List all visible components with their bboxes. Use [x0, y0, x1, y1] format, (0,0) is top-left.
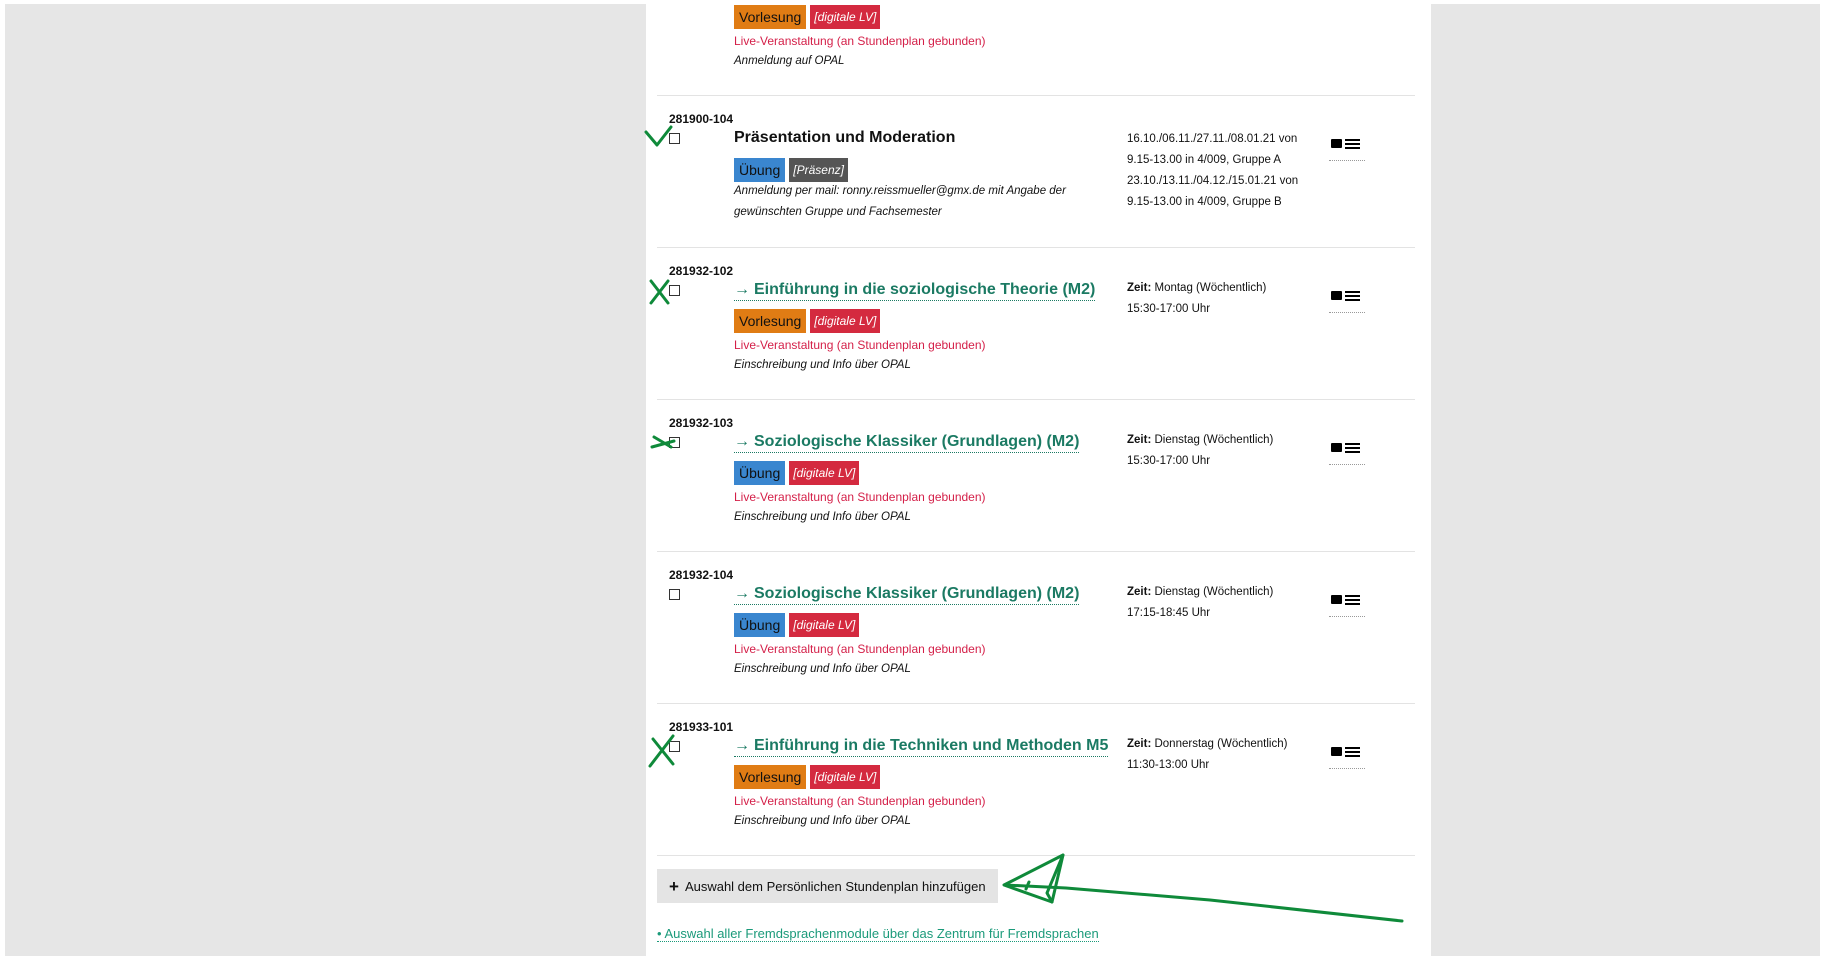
- course-badges: Vorlesung [digitale LV]: [734, 765, 881, 789]
- live-note: Live-Veranstaltung (an Stundenplan gebun…: [734, 794, 986, 808]
- course-title-link[interactable]: → Einführung in die Techniken und Methode…: [734, 737, 1109, 757]
- course-time: 16.10./06.11./27.11./08.01.21 von 9.15-1…: [1127, 133, 1299, 208]
- type-badge: Übung: [734, 158, 786, 182]
- course-select-checkbox[interactable]: [669, 285, 680, 296]
- add-button-label: Auswahl dem Persönlichen Stundenplan hin…: [684, 878, 986, 894]
- schedule-menu-icon[interactable]: [1329, 592, 1365, 617]
- arrow-right-icon: →: [734, 585, 750, 602]
- course-row: 281933-101 → Einführung in die Techniken …: [657, 703, 1415, 856]
- format-badge: [digitale LV]: [810, 5, 881, 29]
- type-badge: Übung: [734, 613, 786, 637]
- plus-icon: +: [669, 876, 679, 896]
- course-note: Einschreibung und Info über OPAL: [734, 663, 911, 675]
- course-title-link[interactable]: → Soziologische Klassiker (Grundlagen) (M…: [734, 433, 1080, 453]
- course-row: 281932-103 → Soziologische Klassiker (Gru…: [657, 399, 1415, 552]
- time-label: Zeit:: [1127, 586, 1152, 598]
- time-day: Dienstag (Wöchentlich): [1154, 586, 1274, 598]
- time-day: Dienstag (Wöchentlich): [1154, 434, 1274, 446]
- foreign-language-modules-link[interactable]: • Auswahl aller Fremdsprachenmodule über…: [657, 926, 1099, 942]
- course-note: Einschreibung und Info über OPAL: [734, 815, 911, 827]
- live-note: Live-Veranstaltung (an Stundenplan gebun…: [734, 338, 986, 352]
- arrow-right-icon: →: [734, 737, 750, 754]
- time-day: Donnerstag (Wöchentlich): [1154, 738, 1288, 750]
- course-select-checkbox[interactable]: [669, 589, 680, 600]
- format-badge: [Präsenz]: [789, 158, 848, 182]
- format-badge: [digitale LV]: [810, 309, 881, 333]
- format-badge: [digitale LV]: [810, 765, 881, 789]
- live-note: Live-Veranstaltung (an Stundenplan gebun…: [734, 34, 986, 48]
- course-note: Anmeldung auf OPAL: [734, 55, 845, 67]
- schedule-menu-icon[interactable]: [1329, 744, 1365, 769]
- course-time: Zeit: Donnerstag (Wöchentlich) 11:30-13:…: [1127, 734, 1305, 776]
- course-select-checkbox[interactable]: [669, 133, 680, 144]
- course-title: Präsentation und Moderation: [734, 129, 956, 146]
- course-row-previous: Vorlesung [digitale LV] Live-Veranstaltu…: [657, 0, 1415, 96]
- course-title: Soziologische Klassiker (Grundlagen) (M2…: [754, 433, 1080, 450]
- course-id: 281900-104: [669, 112, 734, 126]
- add-to-schedule-button[interactable]: + Auswahl dem Persönlichen Stundenplan h…: [657, 869, 998, 903]
- course-title: Soziologische Klassiker (Grundlagen) (M2…: [754, 585, 1080, 602]
- course-badges: Übung [digitale LV]: [734, 461, 860, 485]
- format-badge: [digitale LV]: [789, 613, 860, 637]
- course-id: 281932-102: [669, 264, 734, 278]
- course-title-link[interactable]: → Soziologische Klassiker (Grundlagen) (M…: [734, 585, 1080, 605]
- course-note: Anmeldung per mail: ronny.reissmueller@g…: [734, 185, 1066, 218]
- course-row: 281932-102 → Einführung in die soziologis…: [657, 247, 1415, 400]
- time-label: Zeit:: [1127, 434, 1152, 446]
- time-hours: 11:30-13:00 Uhr: [1127, 759, 1210, 771]
- schedule-menu-icon[interactable]: [1329, 288, 1365, 313]
- course-select-checkbox[interactable]: [669, 741, 680, 752]
- course-time: Zeit: Dienstag (Wöchentlich) 17:15-18:45…: [1127, 582, 1305, 624]
- live-note: Live-Veranstaltung (an Stundenplan gebun…: [734, 642, 986, 656]
- live-note: Live-Veranstaltung (an Stundenplan gebun…: [734, 490, 986, 504]
- course-title: Einführung in die Techniken und Methoden…: [754, 737, 1109, 754]
- time-label: Zeit:: [1127, 282, 1152, 294]
- course-badges: Übung [Präsenz]: [734, 158, 848, 182]
- page-margin-left: [5, 4, 646, 956]
- time-hours: 15:30-17:00 Uhr: [1127, 455, 1211, 467]
- course-id: 281933-101: [669, 720, 734, 734]
- time-day: Montag (Wöchentlich): [1154, 282, 1267, 294]
- type-badge: Vorlesung: [734, 765, 807, 789]
- arrow-right-icon: →: [734, 433, 750, 450]
- course-list-panel: Vorlesung [digitale LV] Live-Veranstaltu…: [646, 0, 1431, 960]
- course-time: Zeit: Montag (Wöchentlich) 15:30-17:00 U…: [1127, 278, 1305, 320]
- course-row: 281900-104 Präsentation und Moderation Ü…: [657, 95, 1415, 248]
- course-row: 281932-104 → Soziologische Klassiker (Gru…: [657, 551, 1415, 704]
- course-select-checkbox[interactable]: [669, 437, 680, 448]
- arrow-right-icon: →: [734, 281, 750, 298]
- type-badge: Übung: [734, 461, 786, 485]
- schedule-menu-icon[interactable]: [1329, 440, 1365, 465]
- type-badge: Vorlesung: [734, 309, 807, 333]
- page-margin-right: [1431, 4, 1820, 956]
- course-badges: Vorlesung [digitale LV]: [734, 5, 881, 29]
- course-badges: Vorlesung [digitale LV]: [734, 309, 881, 333]
- course-title-link[interactable]: → Einführung in die soziologische Theorie…: [734, 281, 1096, 301]
- course-note: Einschreibung und Info über OPAL: [734, 359, 911, 371]
- format-badge: [digitale LV]: [789, 461, 860, 485]
- time-hours: 15:30-17:00 Uhr: [1127, 303, 1211, 315]
- time-label: Zeit:: [1127, 738, 1152, 750]
- type-badge: Vorlesung: [734, 5, 807, 29]
- course-time: Zeit: Dienstag (Wöchentlich) 15:30-17:00…: [1127, 430, 1305, 472]
- course-id: 281932-104: [669, 568, 734, 582]
- course-id: 281932-103: [669, 416, 734, 430]
- course-title: Einführung in die soziologische Theorie …: [754, 281, 1096, 298]
- course-note: Einschreibung und Info über OPAL: [734, 511, 911, 523]
- course-badges: Übung [digitale LV]: [734, 613, 860, 637]
- time-hours: 17:15-18:45 Uhr: [1127, 607, 1211, 619]
- schedule-menu-icon[interactable]: [1329, 136, 1365, 161]
